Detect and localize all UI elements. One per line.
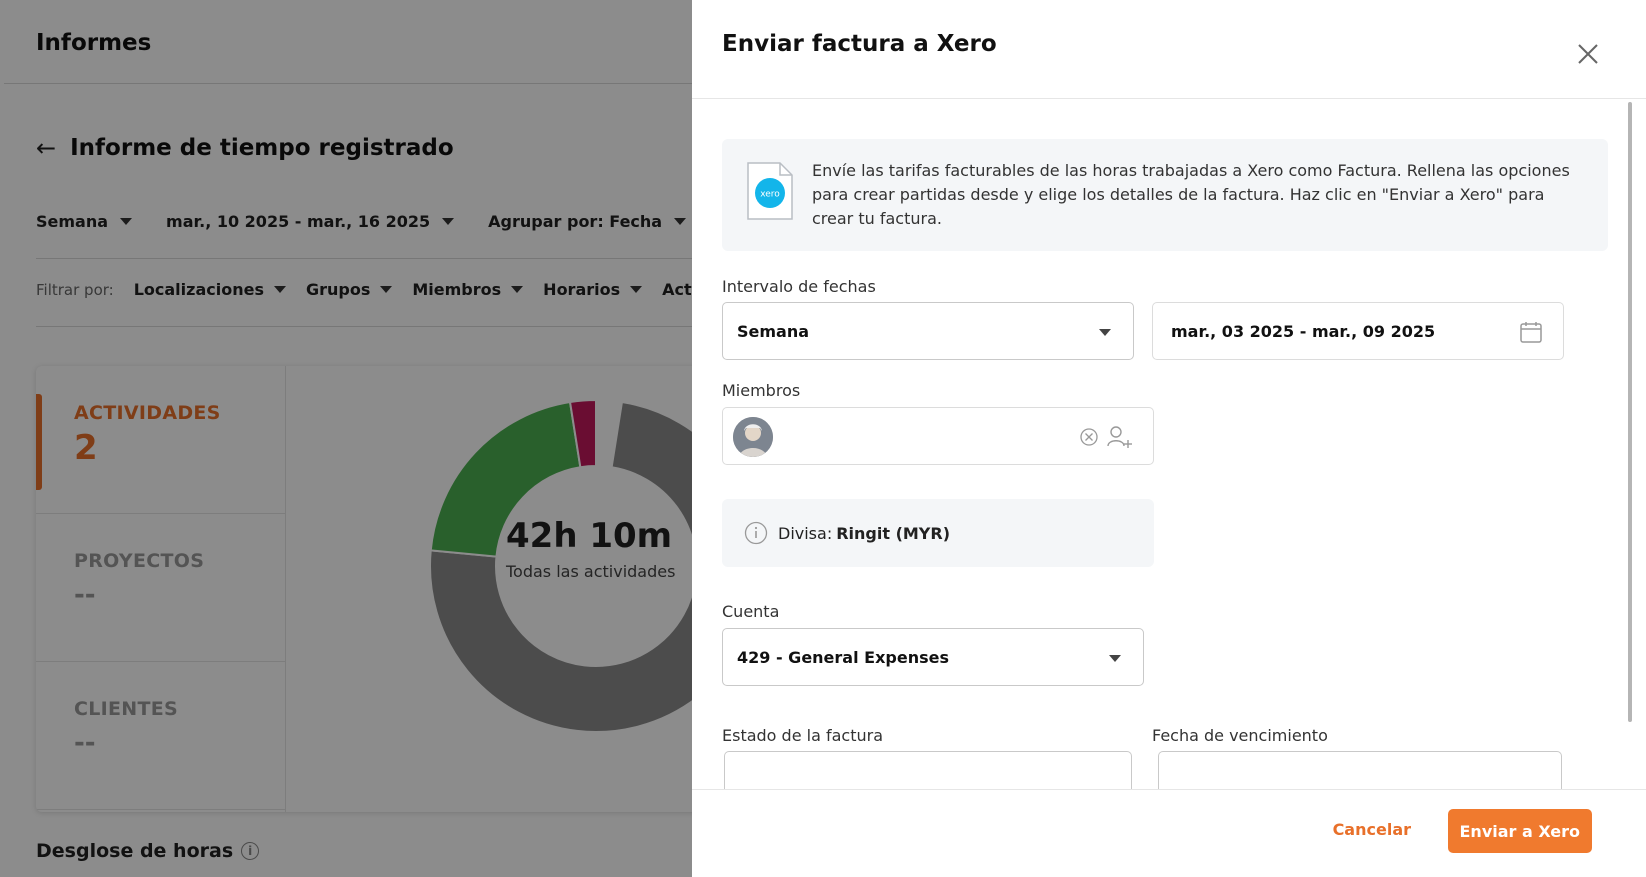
members-field[interactable]: [722, 407, 1154, 465]
close-icon[interactable]: [1574, 40, 1602, 68]
currency-label: Divisa:: [778, 523, 833, 543]
date-interval-value: Semana: [737, 321, 810, 341]
info-text: Envíe las tarifas facturables de las hor…: [812, 161, 1570, 228]
clear-icon[interactable]: [1079, 427, 1099, 447]
avatar-image: [733, 417, 773, 457]
send-invoice-drawer: Enviar factura a Xero xero Envíe las tar…: [692, 4, 1646, 877]
invoice-status-select[interactable]: [724, 751, 1132, 789]
scrollbar[interactable]: [1628, 102, 1632, 722]
drawer-footer: Cancelar Enviar a Xero: [692, 789, 1646, 877]
invoice-status-label: Estado de la factura: [722, 726, 884, 745]
account-select[interactable]: 429 - General Expenses: [722, 628, 1144, 686]
drawer-header: Enviar factura a Xero: [692, 4, 1646, 99]
cancel-button[interactable]: Cancelar: [1333, 820, 1411, 839]
avatar[interactable]: [733, 417, 773, 457]
app: Informes ← Informe de tiempo registrado …: [0, 0, 1646, 877]
due-date-label: Fecha de vencimiento: [1152, 726, 1328, 745]
date-range-value: mar., 03 2025 - mar., 09 2025: [1171, 321, 1436, 341]
currency-value: Ringit (MYR): [836, 523, 951, 543]
chevron-down-icon: [1099, 329, 1111, 336]
account-label: Cuenta: [722, 602, 780, 621]
date-range-picker[interactable]: mar., 03 2025 - mar., 09 2025: [1152, 302, 1564, 360]
xero-document-icon: xero: [747, 162, 793, 220]
members-label: Miembros: [722, 381, 801, 400]
svg-text:xero: xero: [760, 190, 780, 200]
due-date-picker[interactable]: [1158, 751, 1562, 789]
info-icon: [744, 521, 768, 545]
info-box: xero Envíe las tarifas facturables de la…: [722, 139, 1608, 251]
add-user-icon[interactable]: [1105, 423, 1133, 451]
modal-backdrop[interactable]: [0, 0, 692, 877]
currency-box: Divisa: Ringit (MYR): [722, 499, 1154, 567]
date-interval-select[interactable]: Semana: [722, 302, 1134, 360]
date-interval-label: Intervalo de fechas: [722, 277, 876, 296]
chevron-down-icon: [1109, 655, 1121, 662]
account-value: 429 - General Expenses: [737, 647, 949, 667]
drawer-title: Enviar factura a Xero: [722, 31, 997, 57]
drawer-body: xero Envíe las tarifas facturables de la…: [722, 99, 1608, 789]
calendar-icon: [1520, 322, 1542, 343]
send-to-xero-button[interactable]: Enviar a Xero: [1447, 809, 1592, 853]
